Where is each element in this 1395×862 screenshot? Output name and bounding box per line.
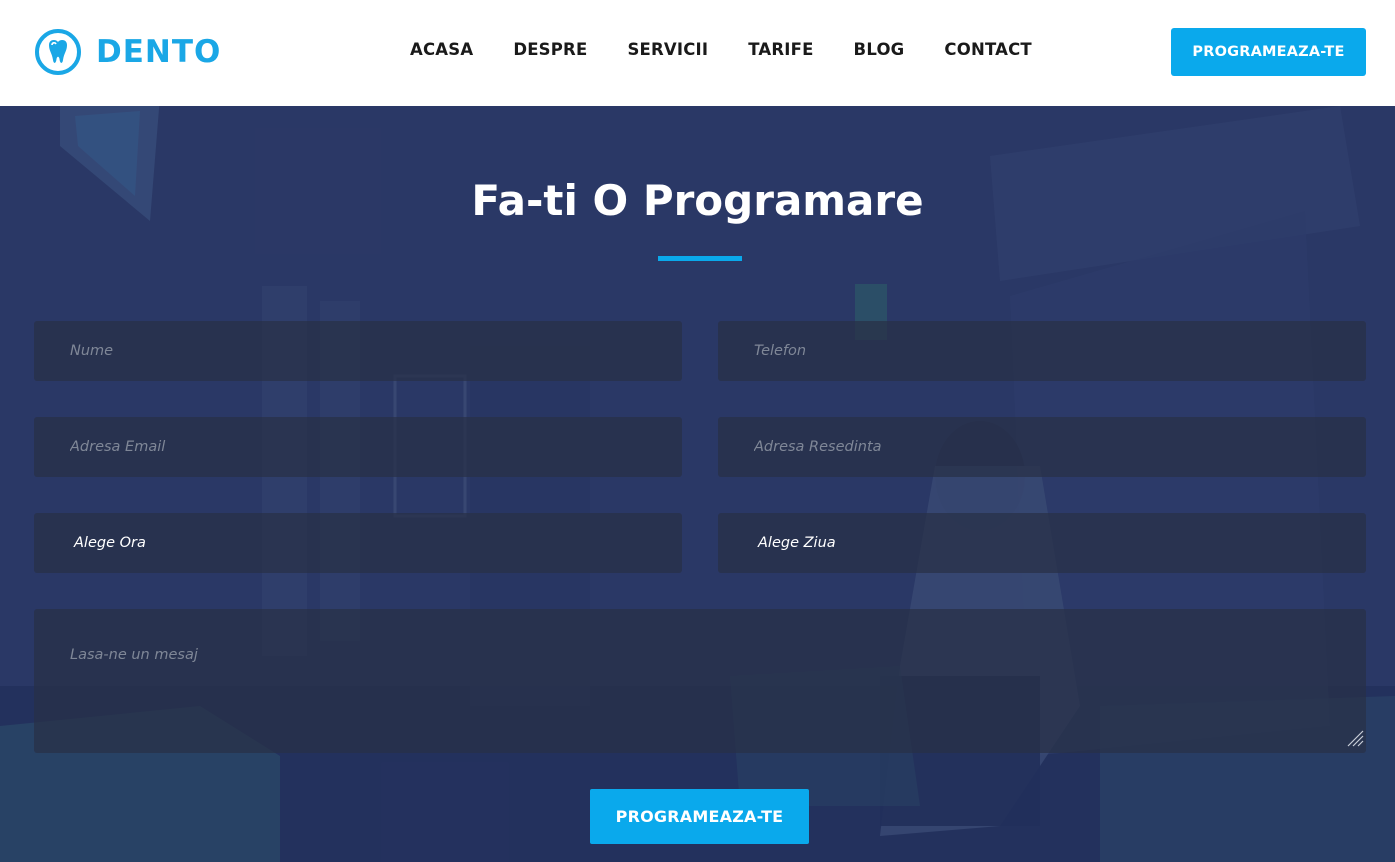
site-header: DENTO ACASA DESPRE SERVICII TARIFE BLOG … — [0, 0, 1395, 106]
nav-item-acasa[interactable]: ACASA — [410, 40, 473, 59]
brand-name: DENTO — [96, 34, 222, 70]
name-input[interactable] — [34, 321, 682, 381]
title-underline — [658, 256, 742, 261]
hour-select-value: Alege Ora — [74, 535, 146, 551]
nav-item-blog[interactable]: BLOG — [854, 40, 905, 59]
nav-item-despre[interactable]: DESPRE — [513, 40, 587, 59]
nav-item-contact[interactable]: CONTACT — [944, 40, 1031, 59]
tooth-circle-icon — [35, 29, 81, 75]
nav-item-tarife[interactable]: TARIFE — [748, 40, 813, 59]
resize-handle-icon[interactable] — [1344, 727, 1364, 747]
main-nav: ACASA DESPRE SERVICII TARIFE BLOG CONTAC… — [410, 40, 1072, 59]
day-select[interactable]: Alege Ziua — [718, 513, 1366, 573]
nav-item-servicii[interactable]: SERVICII — [627, 40, 708, 59]
hour-select[interactable]: Alege Ora — [34, 513, 682, 573]
address-input[interactable] — [718, 417, 1366, 477]
email-input[interactable] — [34, 417, 682, 477]
message-textarea[interactable] — [34, 609, 1366, 753]
submit-appointment-button[interactable]: PROGRAMEAZA-TE — [590, 789, 809, 844]
phone-input[interactable] — [718, 321, 1366, 381]
header-appointment-button[interactable]: PROGRAMEAZA-TE — [1171, 28, 1366, 76]
appointment-section: Fa-ti O Programare Alege Ora Alege Ziua … — [0, 106, 1395, 862]
brand-logo[interactable]: DENTO — [34, 28, 221, 76]
form-title: Fa-ti O Programare — [471, 176, 924, 225]
day-select-value: Alege Ziua — [758, 535, 836, 551]
